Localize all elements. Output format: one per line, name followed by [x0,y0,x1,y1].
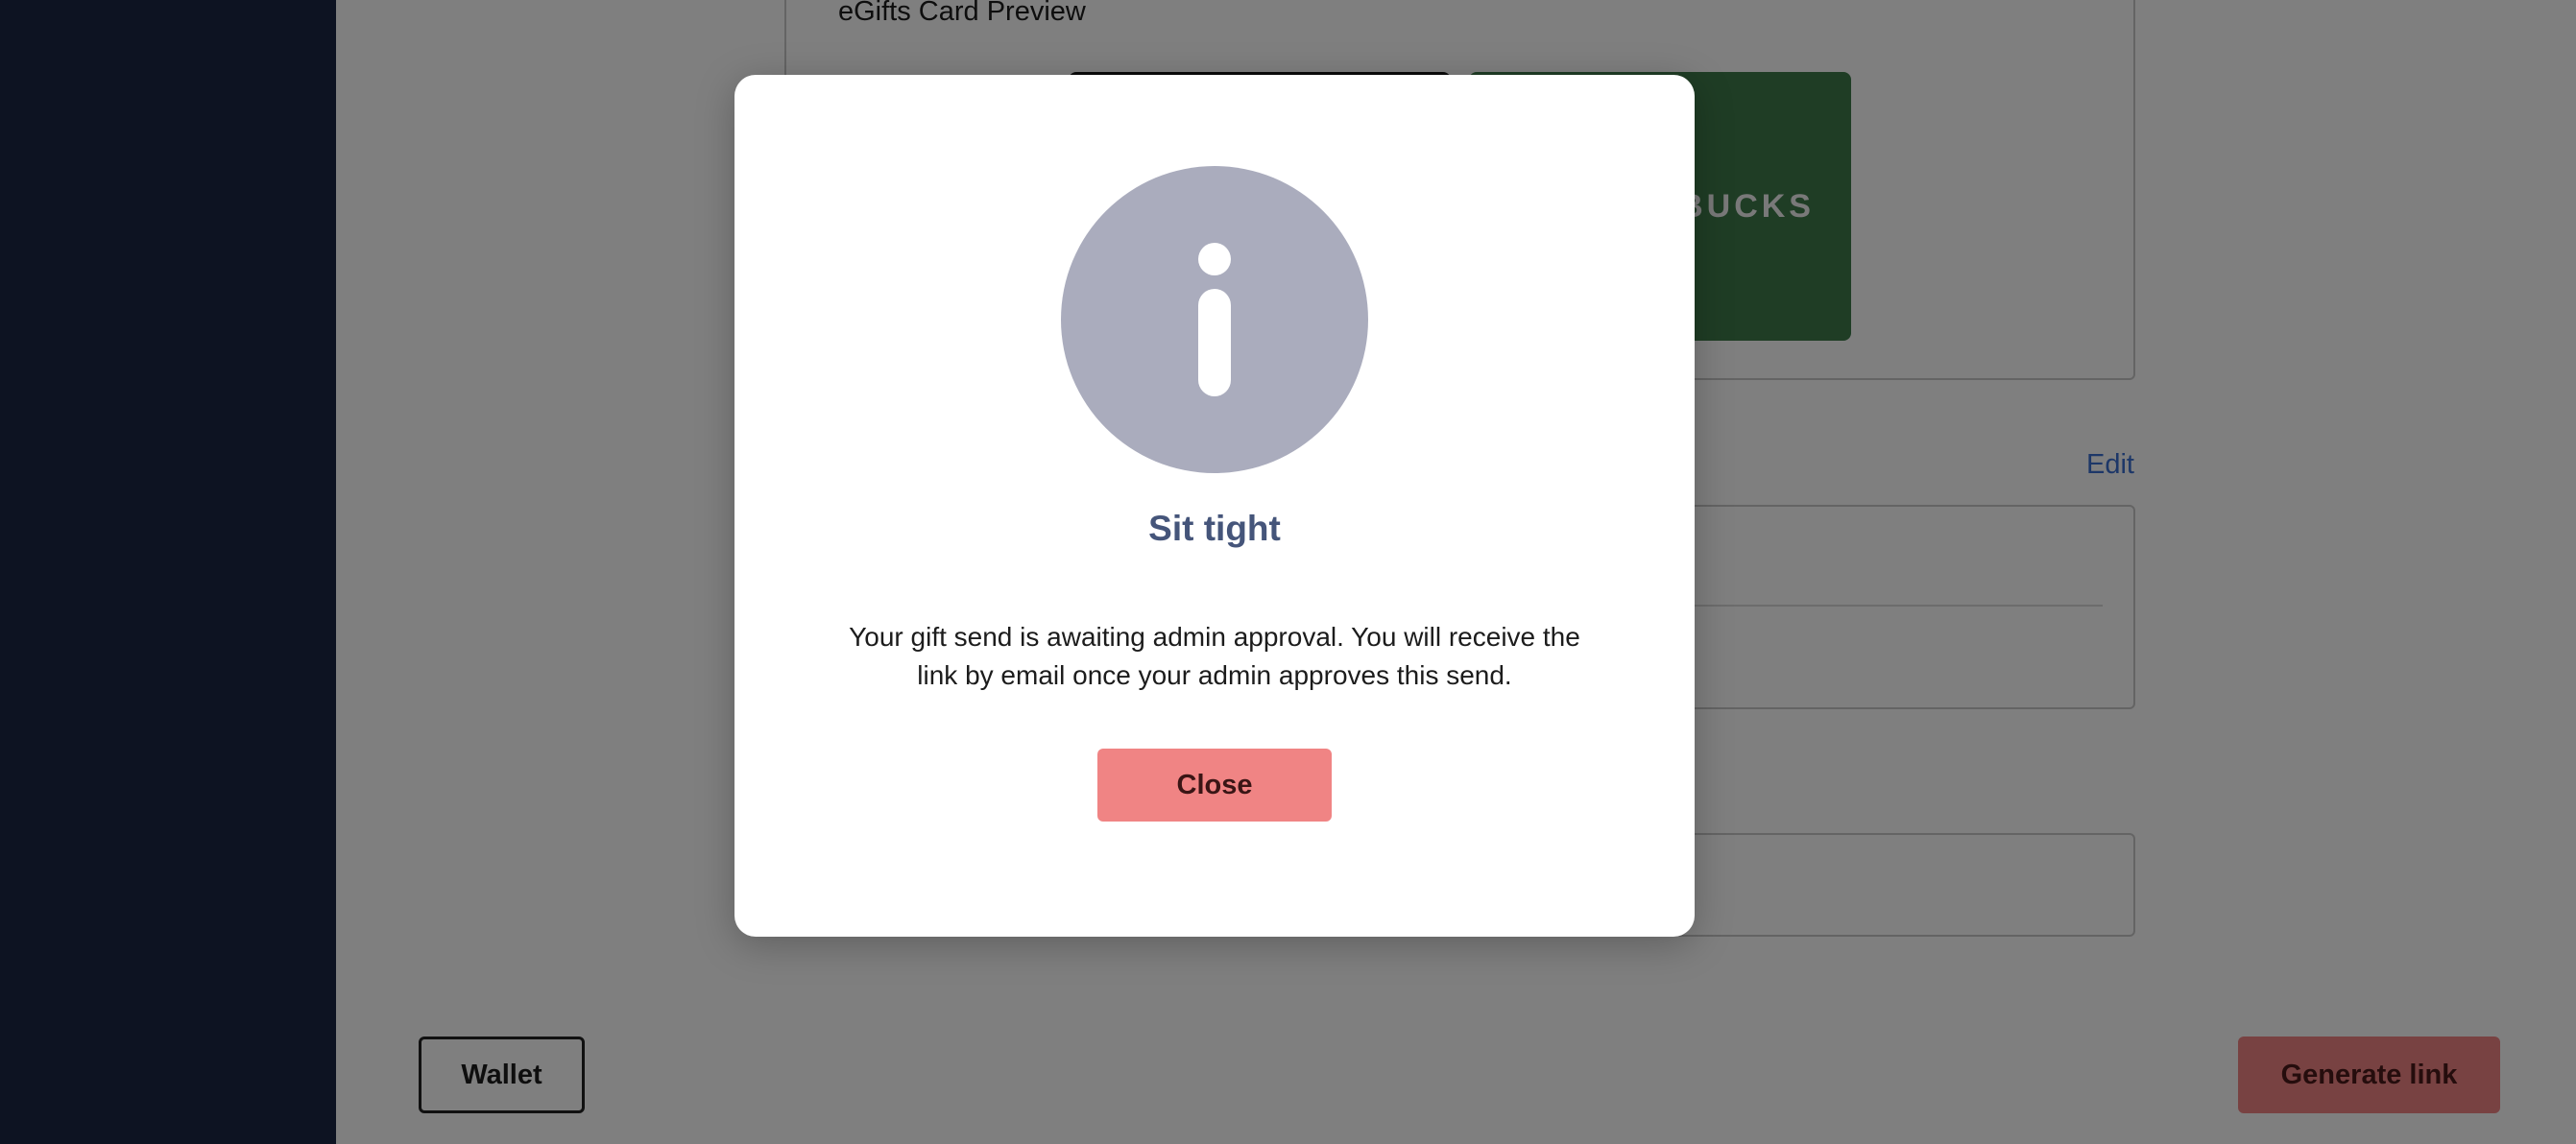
info-icon [1061,166,1368,473]
info-icon-dot [1198,243,1231,275]
info-icon-bar [1198,289,1231,396]
modal-title: Sit tight [1148,509,1281,548]
close-button[interactable]: Close [1097,749,1332,822]
modal-message: Your gift send is awaiting admin approva… [849,622,1580,690]
page: eGifts Card Preview BUCKS Edit Wallet Ge… [0,0,2576,1144]
approval-modal: Sit tight Your gift send is awaiting adm… [734,75,1695,937]
